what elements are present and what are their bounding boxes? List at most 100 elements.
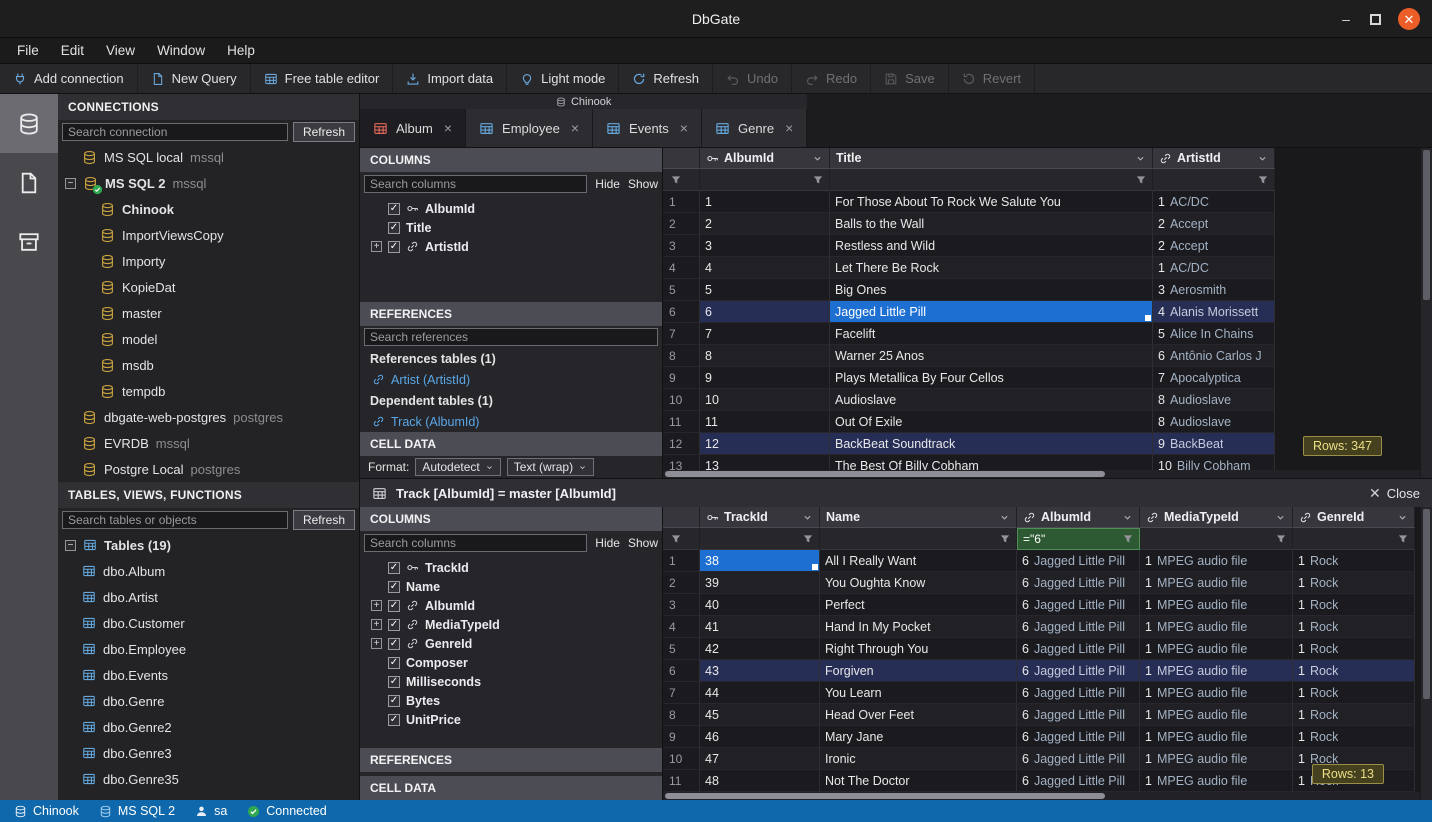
cell-title[interactable]: BackBeat Soundtrack (830, 433, 1153, 455)
connection-postgre-local[interactable]: Postgre Localpostgres (58, 456, 359, 482)
cell-mediatypeid[interactable]: 1MPEG audio file (1140, 550, 1293, 572)
collapse-toggle-icon[interactable]: − (65, 540, 76, 551)
tab-close-icon[interactable]: × (444, 120, 452, 136)
vertical-scrollbar[interactable] (1420, 507, 1432, 800)
cell-trackid[interactable]: 48 (700, 770, 820, 792)
toolbar-free-table-editor[interactable]: Free table editor (251, 64, 394, 93)
column-header-albumid[interactable]: AlbumId (700, 148, 830, 169)
cell-albumid[interactable]: 5 (700, 279, 830, 301)
table-item-dbo-artist[interactable]: dbo.Artist (58, 584, 359, 610)
filter-input-mediatypeid[interactable] (1140, 528, 1293, 550)
connection-master[interactable]: master (58, 300, 359, 326)
filter-input-artistid[interactable] (1153, 169, 1275, 191)
filter-input-albumid[interactable] (700, 169, 830, 191)
column-header-trackid[interactable]: TrackId (700, 507, 820, 528)
cell-title[interactable]: Audioslave (830, 389, 1153, 411)
connection-model[interactable]: model (58, 326, 359, 352)
cell-trackid[interactable]: 40 (700, 594, 820, 616)
cell-genreid[interactable]: 1Rock (1293, 572, 1415, 594)
column-item-unitprice[interactable]: ✓UnitPrice (360, 710, 662, 729)
cell-albumid[interactable]: 6Jagged Little Pill (1017, 572, 1140, 594)
toolbar-new-query[interactable]: New Query (138, 64, 251, 93)
tab-album[interactable]: Album× (360, 109, 466, 147)
cell-trackid[interactable]: 43 (700, 660, 820, 682)
column-item-title[interactable]: ✓Title (360, 218, 662, 237)
connection-msdb[interactable]: msdb (58, 352, 359, 378)
show-button[interactable]: Show (628, 536, 658, 550)
column-item-albumid[interactable]: +✓AlbumId (360, 596, 662, 615)
toolbar-import-data[interactable]: Import data (393, 64, 507, 93)
tables-refresh-button[interactable]: Refresh (293, 510, 355, 530)
cell-artistid[interactable]: 4Alanis Morissett (1153, 301, 1275, 323)
cell-albumid[interactable]: 12 (700, 433, 830, 455)
column-checkbox[interactable]: ✓ (388, 676, 400, 688)
cell-albumid[interactable]: 4 (700, 257, 830, 279)
cell-genreid[interactable]: 1Rock (1293, 616, 1415, 638)
cell-albumid[interactable]: 8 (700, 345, 830, 367)
cell-mediatypeid[interactable]: 1MPEG audio file (1140, 770, 1293, 792)
rail-files-button[interactable] (0, 153, 58, 212)
cell-name[interactable]: You Learn (820, 682, 1017, 704)
minimize-icon[interactable]: – (1339, 11, 1353, 27)
column-item-mediatypeid[interactable]: +✓MediaTypeId (360, 615, 662, 634)
tables-search-input[interactable] (62, 511, 288, 529)
cell-artistid[interactable]: 2Accept (1153, 213, 1275, 235)
column-item-albumid[interactable]: ✓AlbumId (360, 199, 662, 218)
expand-toggle-icon[interactable]: + (371, 241, 382, 252)
column-checkbox[interactable]: ✓ (388, 657, 400, 669)
cell-title[interactable]: Let There Be Rock (830, 257, 1153, 279)
close-icon[interactable]: ✕ (1398, 8, 1420, 30)
toolbar-add-connection[interactable]: Add connection (0, 64, 138, 93)
filter-input-name[interactable] (820, 528, 1017, 550)
column-checkbox[interactable]: ✓ (388, 203, 400, 215)
cell-albumid[interactable]: 2 (700, 213, 830, 235)
cell-name[interactable]: Ironic (820, 748, 1017, 770)
references-search-input[interactable] (364, 328, 658, 346)
cell-albumid[interactable]: 6Jagged Little Pill (1017, 770, 1140, 792)
cell-albumid[interactable]: 6Jagged Little Pill (1017, 638, 1140, 660)
cell-title[interactable]: Plays Metallica By Four Cellos (830, 367, 1153, 389)
toolbar-light-mode[interactable]: Light mode (507, 64, 619, 93)
cell-mediatypeid[interactable]: 1MPEG audio file (1140, 572, 1293, 594)
statusbar-status[interactable]: Connected (237, 800, 336, 822)
cell-title[interactable]: Restless and Wild (830, 235, 1153, 257)
cell-trackid[interactable]: 41 (700, 616, 820, 638)
table-item-dbo-employee[interactable]: dbo.Employee (58, 636, 359, 662)
cell-albumid[interactable]: 11 (700, 411, 830, 433)
cell-mediatypeid[interactable]: 1MPEG audio file (1140, 660, 1293, 682)
cell-mediatypeid[interactable]: 1MPEG audio file (1140, 704, 1293, 726)
cell-albumid[interactable]: 10 (700, 389, 830, 411)
rail-connections-button[interactable] (0, 94, 58, 153)
columns-search-input[interactable] (364, 175, 587, 193)
cell-artistid[interactable]: 7Apocalyptica (1153, 367, 1275, 389)
cell-genreid[interactable]: 1Rock (1293, 550, 1415, 572)
statusbar-database[interactable]: Chinook (4, 800, 89, 822)
cell-albumid[interactable]: 9 (700, 367, 830, 389)
column-item-name[interactable]: ✓Name (360, 577, 662, 596)
wrap-select[interactable]: Text (wrap) (507, 458, 594, 476)
format-select[interactable]: Autodetect (415, 458, 500, 476)
toolbar-refresh[interactable]: Refresh (619, 64, 713, 93)
cell-albumid[interactable]: 6Jagged Little Pill (1017, 682, 1140, 704)
cell-title[interactable]: Jagged Little Pill (830, 301, 1153, 323)
cell-albumid[interactable]: 3 (700, 235, 830, 257)
connection-chinook[interactable]: Chinook (58, 196, 359, 222)
cell-name[interactable]: Hand In My Pocket (820, 616, 1017, 638)
column-header-name[interactable]: Name (820, 507, 1017, 528)
column-checkbox[interactable]: ✓ (388, 714, 400, 726)
scrollbar-thumb[interactable] (1423, 509, 1430, 699)
column-checkbox[interactable]: ✓ (388, 695, 400, 707)
column-item-composer[interactable]: ✓Composer (360, 653, 662, 672)
column-item-bytes[interactable]: ✓Bytes (360, 691, 662, 710)
cell-artistid[interactable]: 8Audioslave (1153, 411, 1275, 433)
cell-mediatypeid[interactable]: 1MPEG audio file (1140, 682, 1293, 704)
tab-employee[interactable]: Employee× (466, 109, 593, 147)
statusbar-connection[interactable]: MS SQL 2 (89, 800, 185, 822)
tab-genre[interactable]: Genre× (702, 109, 807, 147)
cell-name[interactable]: Head Over Feet (820, 704, 1017, 726)
cell-artistid[interactable]: 2Accept (1153, 235, 1275, 257)
table-item-dbo-events[interactable]: dbo.Events (58, 662, 359, 688)
connection-dbgate-web-postgres[interactable]: dbgate-web-postgrespostgres (58, 404, 359, 430)
scrollbar-thumb[interactable] (665, 471, 1105, 477)
column-checkbox[interactable]: ✓ (388, 638, 400, 650)
